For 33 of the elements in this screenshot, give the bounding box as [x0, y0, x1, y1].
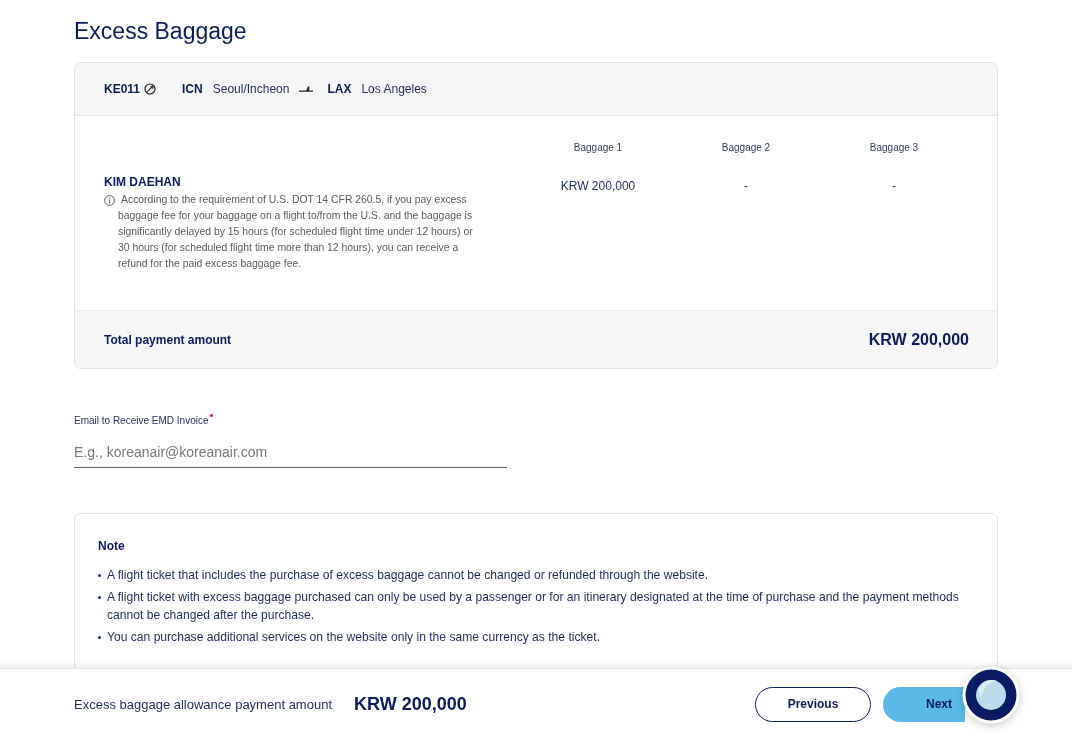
- baggage-fee: -: [892, 179, 896, 193]
- origin-code: ICN: [182, 82, 203, 96]
- flight-number: KE011: [104, 82, 141, 96]
- bullet-icon: [98, 574, 101, 577]
- refund-notice: According to the requirement of U.S. DOT 14 CFR 260.5, if you pay excess baggage fee for your baggage on a flight to/from the U.S. and the baggage is significantly delayed by 15 hours (for scheduled flight time under 12 hours) or 30 hours (for scheduled flight time more than 12 hours), you can receive a refund for the paid excess baggage fee.: [118, 193, 474, 271]
- previous-button[interactable]: Previous: [755, 686, 871, 722]
- baggage-fee: KRW 200,000: [560, 179, 636, 193]
- column-header: Baggage 1: [573, 142, 623, 153]
- note-text: A flight ticket that includes the purchase of excess baggage cannot be changed or refunded through the website.: [107, 567, 709, 584]
- column-header: Baggage 2: [721, 142, 771, 153]
- note-title: Note: [98, 538, 126, 554]
- note-text: You can purchase additional services on the website only in the same currency as the ticket.: [107, 629, 600, 646]
- circle-arrow-icon: [144, 83, 157, 95]
- baggage-fee: -: [744, 179, 748, 193]
- total-label: Total payment amount: [104, 332, 232, 347]
- field-label: Email to Receive EMD Invoice: [74, 414, 209, 428]
- bullet-icon: [98, 636, 101, 639]
- payment-amount: KRW 200,000: [354, 693, 467, 715]
- info-icon: [104, 195, 115, 206]
- note-text: A flight ticket with excess baggage purchased can only be used by a passenger or for an itinerary designated at the time of purchase and the payment methods cannot be changed after the purchase.: [107, 589, 960, 624]
- passenger-name: KIM DAEHAN: [104, 174, 182, 190]
- page-title: Excess Baggage: [74, 17, 248, 46]
- route-arrow-icon: [299, 85, 314, 93]
- origin-city: Seoul/Incheon: [212, 82, 290, 96]
- destination-city: Los Angeles: [361, 82, 427, 96]
- bullet-icon: [98, 596, 101, 599]
- destination-code: LAX: [327, 82, 352, 96]
- total-amount: KRW 200,000: [868, 330, 969, 349]
- column-header: Baggage 3: [869, 142, 919, 153]
- payment-label: Excess baggage allowance payment amount: [74, 696, 332, 712]
- floating-ring-icon[interactable]: [962, 666, 1020, 724]
- next-button[interactable]: Next: [883, 686, 965, 722]
- email-field[interactable]: E.g., koreanair@koreanair.com: [74, 437, 507, 468]
